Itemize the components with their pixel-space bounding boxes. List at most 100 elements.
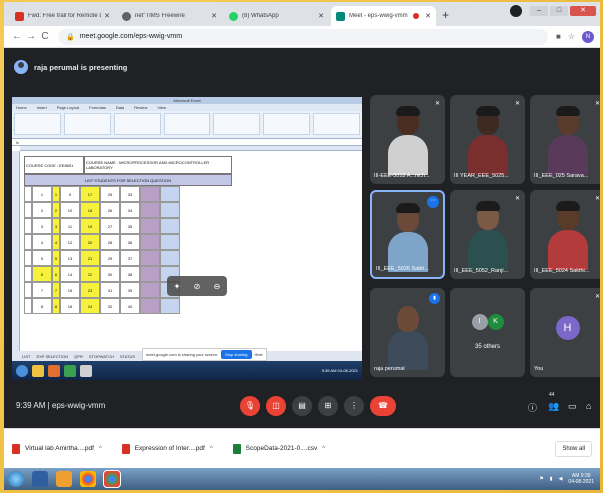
participant-video [387, 135, 428, 175]
lock-icon: 🔒 [66, 33, 75, 41]
table-cell: 20 [80, 234, 100, 250]
participant-tile[interactable]: ▮ raja perumal [370, 288, 445, 377]
activities-icon[interactable]: ⌂ [586, 401, 591, 411]
flag-icon[interactable]: ⚑ [539, 476, 543, 482]
sheet-tab: EXP SELECTION [36, 353, 69, 359]
start-button[interactable] [8, 471, 24, 487]
captions-button[interactable]: ▤ [292, 396, 312, 416]
chrome-icon[interactable] [80, 471, 96, 487]
participant-tile[interactable]: ✕ III-EEE-5018 A...nich... [370, 95, 445, 184]
download-name: Expression of Inter....pdf [134, 445, 205, 452]
close-icon[interactable]: ✕ [211, 12, 217, 20]
camera-icon[interactable]: ■ [556, 32, 561, 41]
table-cell: 23 [80, 282, 100, 298]
close-icon[interactable]: ✕ [425, 12, 431, 20]
self-tile[interactable]: H ✕ You [530, 288, 600, 377]
hide-label: Hide [254, 352, 263, 357]
camera-toggle-button[interactable]: ◫ [266, 396, 286, 416]
remove-icon[interactable]: ⊖ [214, 282, 221, 291]
info-icon[interactable]: ⓘ [528, 401, 537, 414]
media-player-icon[interactable] [56, 471, 72, 487]
participant-tile[interactable]: ✕ III YEAR_EEE_5025... [450, 95, 525, 184]
others-count: 35 others [474, 344, 501, 350]
close-window-button[interactable]: ✕ [570, 6, 596, 16]
new-tab-icon[interactable]: + [442, 8, 449, 22]
participant-tile[interactable]: ✕ III_EEE_025 Sarava... [530, 95, 600, 184]
participant-video [387, 330, 428, 370]
participant-tile[interactable]: ✕ III_EEE_5052_Ranji... [450, 190, 525, 279]
minimize-button[interactable]: – [530, 6, 548, 16]
excel-icon [64, 364, 76, 377]
excel-menu-item: Review [134, 105, 148, 110]
table-cell: 26 [100, 202, 120, 218]
meeting-info: 9:39 AM | eps-wwig-vmm [16, 401, 106, 410]
network-icon[interactable]: ▮ [550, 476, 553, 482]
end-call-button[interactable]: ☎ [370, 396, 396, 416]
download-item[interactable]: Virtual lab Amirtha....pdf ^ [12, 443, 102, 454]
download-item[interactable]: ScopeData-2021-0....csv ^ [232, 443, 325, 454]
participant-name: III-EEE-5018 A...nich... [374, 173, 430, 179]
table-cell: 12 [60, 234, 80, 250]
show-all-button[interactable]: Show all [555, 441, 592, 457]
browser-window: Fwd: Free trail for Remote Labo ✕ net"TI… [4, 2, 600, 490]
table-cell: 28 [100, 234, 120, 250]
profile-icon[interactable] [510, 5, 522, 17]
list-title: LIST STUDENTS FOR SELECTION QUESTION [24, 174, 232, 186]
others-avatar: I [471, 314, 488, 330]
volume-icon[interactable]: ◀ [559, 476, 563, 482]
explorer-icon[interactable] [32, 471, 48, 487]
close-icon[interactable]: ✕ [318, 12, 324, 20]
pin-icon[interactable]: ✦ [174, 282, 181, 291]
mute-icon[interactable]: ⊘ [194, 282, 201, 291]
tab-whatsapp[interactable]: (8) WhatsApp ✕ [224, 6, 329, 26]
participant-name: III_EEE_025 Sarava... [534, 173, 589, 179]
table-cell: 9 [60, 186, 80, 202]
forward-icon[interactable]: → [24, 31, 38, 42]
table-cell: 15 [60, 282, 80, 298]
chevron-up-icon[interactable]: ^ [99, 446, 102, 452]
tab-gmail[interactable]: Fwd: Free trail for Remote Labo ✕ [10, 6, 115, 26]
participant-tile[interactable]: ✕ III_EEE_5024 Sakthi... [530, 190, 600, 279]
table-cell: 36 [120, 234, 140, 250]
chevron-up-icon[interactable]: ^ [322, 446, 325, 452]
table-cell: 4 [52, 234, 60, 250]
more-options-button[interactable]: ⋮ [344, 396, 364, 416]
excel-menu-item: Page Layout [56, 105, 80, 110]
table-cell: 7 [52, 282, 60, 298]
tab-meet[interactable]: Meet - eps-wwig-vmm ✕ [331, 6, 436, 26]
table-cell: 3 [52, 218, 60, 234]
chevron-up-icon[interactable]: ^ [210, 446, 213, 452]
chrome-active-icon[interactable] [103, 470, 121, 488]
table-cell: 29 [100, 250, 120, 266]
back-icon[interactable]: ← [10, 31, 24, 42]
profile-avatar[interactable]: N [582, 30, 594, 43]
table-cell: 40 [120, 298, 140, 314]
table-cell: 17 [80, 186, 100, 202]
tab-tims[interactable]: net"TIMS Freewire ✕ [117, 6, 222, 26]
url-input[interactable]: 🔒 meet.google.com/eps-wwig-vmm [58, 28, 548, 45]
people-icon[interactable]: 👥 [548, 401, 559, 412]
taskbar-clock[interactable]: AM 9:39 04-08-2021 [568, 473, 594, 485]
table-cell: 5 [32, 250, 52, 266]
close-icon[interactable]: ✕ [104, 12, 110, 20]
others-tile[interactable]: I K 35 others [450, 288, 525, 377]
chat-icon[interactable]: ▭ [568, 401, 577, 412]
present-button[interactable]: ⊞ [318, 396, 338, 416]
address-bar: ← → C 🔒 meet.google.com/eps-wwig-vmm ■ ☆… [4, 26, 600, 48]
table-cell: 34 [120, 202, 140, 218]
excel-menu-item: View [157, 105, 167, 110]
more-options-icon[interactable]: ⋯ [427, 196, 439, 208]
download-item[interactable]: Expression of Inter....pdf ^ [121, 443, 213, 454]
table-cell: 16 [60, 298, 80, 314]
window-controls: – □ ✕ [510, 5, 596, 17]
maximize-button[interactable]: □ [550, 6, 568, 16]
meeting-time: 9:39 AM [16, 401, 46, 410]
star-icon[interactable]: ☆ [568, 32, 575, 41]
table-cell: 8 [52, 298, 60, 314]
downloads-bar: Virtual lab Amirtha....pdf ^ Expression … [4, 428, 600, 468]
mic-toggle-button[interactable]: 🎙 [240, 396, 260, 416]
mic-off-icon: ✕ [594, 101, 600, 107]
reload-icon[interactable]: C [38, 31, 52, 42]
tab-label: Meet - eps-wwig-vmm [349, 13, 408, 19]
participant-tile-selected[interactable]: ⋯ III_EEE_5026 Sabh... [370, 190, 445, 279]
